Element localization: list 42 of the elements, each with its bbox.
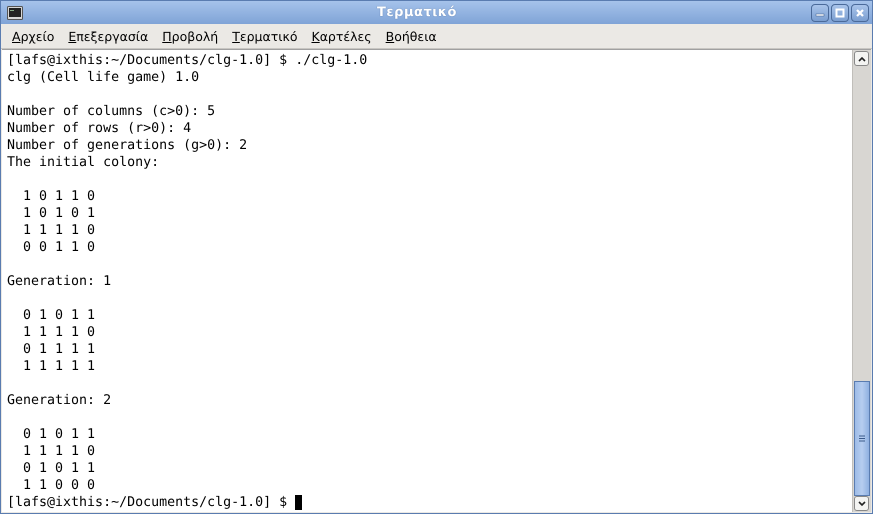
menu-item[interactable]: Τερματικό: [232, 28, 298, 44]
terminal-line: 1 1 1 1 0: [22, 324, 96, 341]
terminal-line: 0 0 1 1 0: [22, 239, 96, 256]
maximize-icon: [835, 8, 845, 18]
terminal-icon: [7, 6, 23, 20]
caret-up-icon: [858, 56, 866, 62]
terminal-line: 1 1 0 0 0: [22, 477, 96, 494]
terminal-line: [lafs@ixthis:~/Documents/clg-1.0] $ ./clg-1.0: [7, 52, 368, 69]
scroll-down-button[interactable]: [854, 496, 869, 511]
terminal-line: 0 1 0 1 1: [22, 460, 96, 477]
terminal-line: Generation: 2: [7, 392, 112, 409]
menu-item[interactable]: Αρχείο: [12, 28, 54, 44]
scrollbar[interactable]: [852, 50, 871, 512]
menu-item[interactable]: Καρτέλες: [311, 28, 372, 44]
maximize-button[interactable]: [831, 4, 849, 22]
terminal-line: 0 1 0 1 1: [22, 426, 96, 443]
menu-item[interactable]: Επεξεργασία: [68, 28, 148, 44]
text-cursor: [295, 495, 302, 510]
terminal-line: The initial colony:: [7, 154, 160, 171]
close-icon: [855, 8, 865, 18]
scroll-thumb[interactable]: [854, 381, 870, 496]
scroll-up-button[interactable]: [854, 51, 869, 66]
close-button[interactable]: [851, 4, 869, 22]
terminal-line: 0 1 0 1 1: [22, 307, 96, 324]
grip-icon: [859, 435, 865, 442]
terminal-line: 1 1 1 1 1: [22, 358, 96, 375]
window-title: Τερματικό: [376, 5, 458, 20]
terminal-line: 1 1 1 1 0: [22, 222, 96, 239]
terminal-line: Number of generations (g>0): 2: [7, 137, 248, 154]
terminal-line: 0 1 1 1 1: [22, 341, 96, 358]
terminal-line: 1 0 1 0 1: [22, 205, 96, 222]
terminal-line: 1 0 1 1 0: [22, 188, 96, 205]
menu-item[interactable]: Προβολή: [162, 28, 218, 44]
caret-down-icon: [858, 500, 866, 506]
menu-item[interactable]: Βοήθεια: [386, 28, 437, 44]
terminal-line: clg (Cell life game) 1.0: [7, 69, 200, 86]
terminal-line: Number of rows (r>0): 4: [7, 120, 192, 137]
terminal-line: 1 1 1 1 0: [22, 443, 96, 460]
terminal-line: Generation: 1: [7, 273, 112, 290]
terminal-line: Number of columns (c>0): 5: [7, 103, 216, 120]
terminal-prompt: [lafs@ixthis:~/Documents/clg-1.0] $: [7, 494, 288, 511]
minimize-button[interactable]: [811, 4, 829, 22]
